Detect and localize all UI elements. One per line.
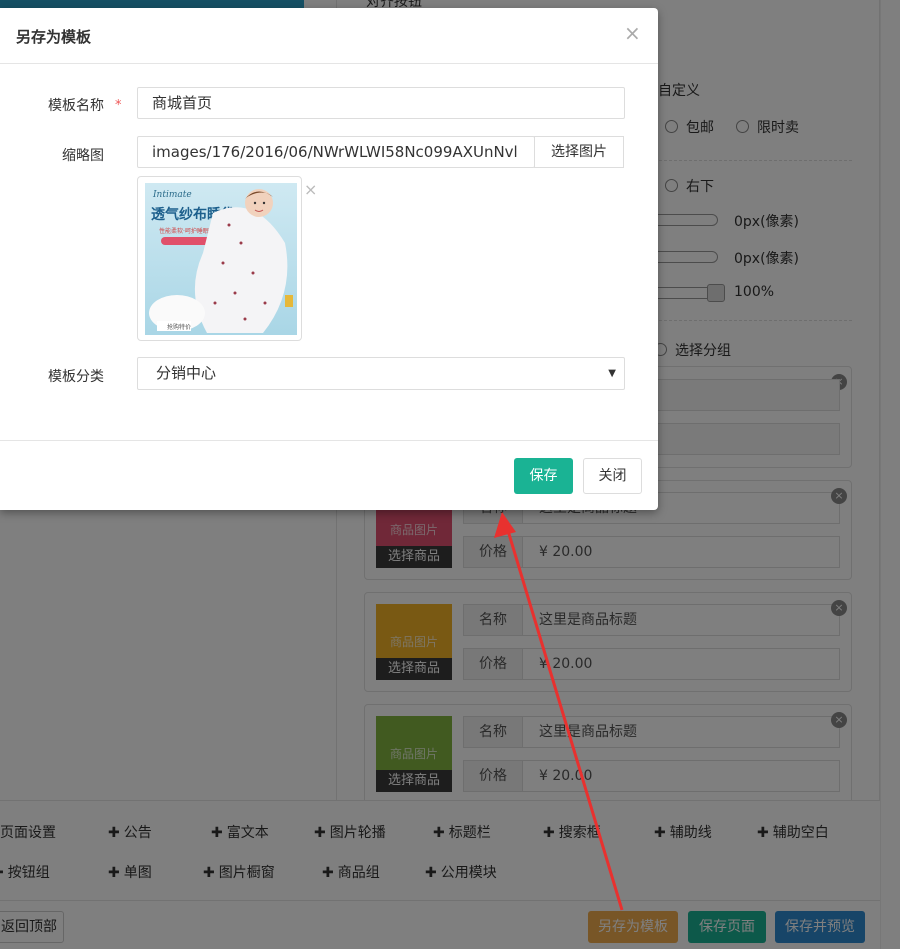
close-button[interactable]: 关闭: [583, 458, 642, 494]
save-as-template-dialog: 另存为模板 × 模板名称 * 商城首页 缩略图 images/176/2016/…: [0, 8, 658, 510]
brand-text: Intimate: [152, 190, 192, 200]
baby-sleeping-bag-image: Intimate 透气纱布睡袋 性能柔软·呵护睡眠 抢购特价: [145, 183, 297, 335]
remove-image-icon[interactable]: ×: [304, 180, 317, 199]
dialog-footer: 保存 关闭: [0, 440, 658, 510]
template-category-select[interactable]: 分销中心 ▼: [137, 357, 625, 390]
thumbnail-image: Intimate 透气纱布睡袋 性能柔软·呵护睡眠 抢购特价: [145, 183, 297, 335]
template-name-label: 模板名称: [48, 98, 104, 114]
select-image-button[interactable]: 选择图片: [534, 136, 624, 168]
caret-down-icon: ▼: [608, 368, 616, 379]
template-category-label: 模板分类: [48, 369, 104, 385]
template-name-input[interactable]: 商城首页: [137, 87, 625, 119]
required-mark: *: [115, 98, 122, 113]
thumbnail-path-input[interactable]: images/176/2016/06/NWrWLWI58Nc099AXUnNvl: [137, 136, 535, 168]
thumbnail-preview: Intimate 透气纱布睡袋 性能柔软·呵护睡眠 抢购特价: [137, 176, 302, 341]
close-icon[interactable]: ×: [624, 23, 641, 43]
badge-text: 抢购特价: [167, 323, 191, 331]
save-button[interactable]: 保存: [514, 458, 573, 494]
dialog-title: 另存为模板: [16, 28, 92, 46]
dialog-header: 另存为模板 ×: [0, 8, 658, 64]
thumbnail-label: 缩略图: [62, 148, 104, 164]
sub-text: 性能柔软·呵护睡眠: [159, 227, 209, 235]
category-selected-value: 分销中心: [156, 364, 217, 382]
